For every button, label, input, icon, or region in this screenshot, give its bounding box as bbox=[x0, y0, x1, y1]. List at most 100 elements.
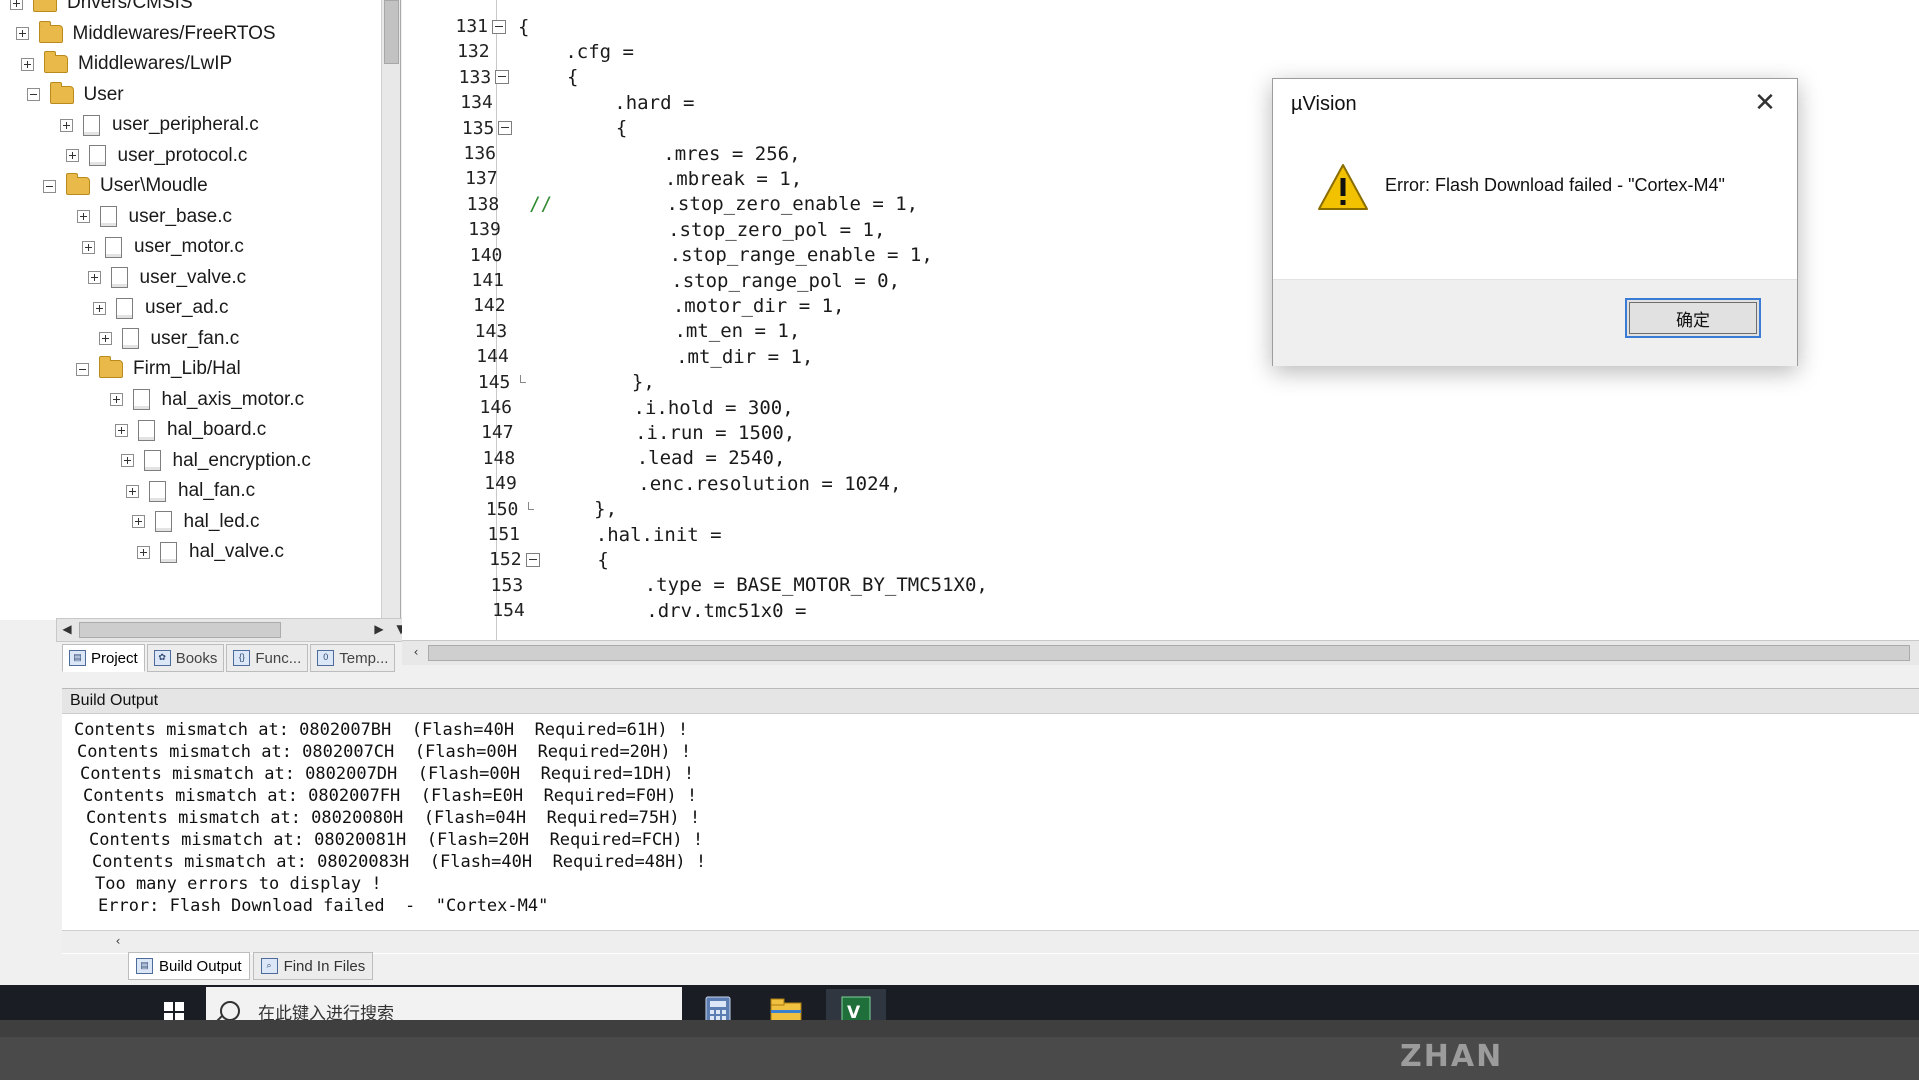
code-line[interactable]: 149 .enc.resolution = 1024, bbox=[431, 471, 901, 496]
tree-folder[interactable]: User\Moudle bbox=[43, 171, 208, 201]
tree-file[interactable]: hal_led.c bbox=[131, 507, 260, 537]
tab-braces[interactable]: {} Func... bbox=[226, 644, 309, 672]
scroll-left-arrow-icon[interactable]: ◀ bbox=[59, 621, 75, 637]
tree-file[interactable]: hal_encryption.c bbox=[120, 446, 311, 476]
expand-icon[interactable] bbox=[76, 210, 90, 223]
code-line[interactable]: 147 .i.run = 1500, bbox=[428, 420, 796, 445]
tree-file[interactable]: user_fan.c bbox=[98, 324, 239, 354]
close-icon[interactable]: ✕ bbox=[1749, 87, 1781, 119]
tree-horizontal-scroll-thumb[interactable] bbox=[79, 622, 281, 638]
code-line[interactable]: 150 }, bbox=[432, 497, 617, 522]
code-text: .i.run = 1500, bbox=[543, 421, 796, 444]
tree-file[interactable]: user_valve.c bbox=[87, 263, 246, 293]
collapse-icon[interactable] bbox=[76, 362, 89, 376]
tree-file[interactable]: hal_axis_motor.c bbox=[109, 385, 304, 415]
expand-icon[interactable] bbox=[131, 515, 145, 528]
tree-file[interactable]: user_base.c bbox=[76, 202, 232, 232]
code-line[interactable]: 133 { bbox=[405, 65, 579, 90]
fold-collapse-icon[interactable] bbox=[495, 70, 510, 85]
tree-folder[interactable]: Middlewares/LwIP bbox=[21, 49, 232, 79]
file-icon bbox=[143, 450, 161, 471]
expand-icon[interactable] bbox=[60, 118, 73, 132]
scroll-left-arrow-icon[interactable]: ‹ bbox=[110, 933, 126, 949]
ok-button[interactable]: 确定 bbox=[1625, 298, 1761, 338]
scroll-right-arrow-icon[interactable]: ▶ bbox=[371, 621, 387, 637]
expand-icon[interactable] bbox=[65, 149, 79, 162]
tree-vertical-scrollbar[interactable] bbox=[381, 0, 400, 620]
code-line[interactable]: 144 .mt_dir = 1, bbox=[423, 344, 813, 369]
tab-build-output[interactable]: ▤ Build Output bbox=[128, 952, 250, 980]
calculator-icon[interactable] bbox=[688, 989, 748, 1020]
tree-file[interactable]: hal_board.c bbox=[115, 415, 266, 445]
tree-file[interactable]: user_protocol.c bbox=[65, 141, 248, 171]
fold-collapse-icon[interactable] bbox=[525, 552, 540, 567]
tree-file[interactable]: hal_fan.c bbox=[126, 476, 255, 506]
tree-item-label: Drivers/CMSIS bbox=[67, 0, 193, 13]
tab-project[interactable]: ▤ Project bbox=[62, 644, 145, 672]
code-line[interactable]: 148 .lead = 2540, bbox=[429, 446, 786, 471]
tab-template[interactable]: 0 Temp... bbox=[310, 644, 396, 672]
code-line[interactable]: 153 .type = BASE_MOTOR_BY_TMC51X0, bbox=[437, 573, 988, 598]
tree-item-label: hal_fan.c bbox=[178, 480, 256, 501]
tree-folder[interactable]: Drivers/CMSIS bbox=[10, 0, 193, 18]
expand-icon[interactable] bbox=[115, 423, 128, 437]
code-line[interactable]: 152 { bbox=[436, 547, 609, 572]
file-icon bbox=[154, 511, 172, 532]
tree-horizontal-scrollbar[interactable]: ◀ ▶ ▼ bbox=[56, 618, 414, 642]
fold-collapse-icon[interactable] bbox=[498, 121, 513, 136]
tab-find-in-files[interactable]: ⌕ Find In Files bbox=[252, 952, 374, 980]
code-line[interactable]: 131 { bbox=[402, 14, 529, 39]
collapse-icon[interactable] bbox=[43, 179, 56, 193]
fold-gutter bbox=[514, 375, 528, 389]
code-line[interactable]: 132 .cfg = bbox=[404, 39, 634, 64]
expand-icon[interactable] bbox=[98, 332, 112, 345]
file-explorer-icon[interactable] bbox=[756, 989, 816, 1020]
expand-icon[interactable] bbox=[93, 301, 106, 315]
expand-icon[interactable] bbox=[137, 545, 150, 559]
tree-item-label: hal_encryption.c bbox=[172, 449, 311, 471]
expand-icon[interactable] bbox=[21, 57, 34, 71]
tab-books[interactable]: ✿ Books bbox=[146, 644, 225, 672]
code-line[interactable]: 136 .mres = 256, bbox=[410, 141, 801, 166]
tree-file[interactable]: user_peripheral.c bbox=[60, 110, 259, 140]
build-output-horizontal-scrollbar[interactable]: ‹ bbox=[62, 930, 1919, 953]
tree-item-label: hal_valve.c bbox=[189, 541, 285, 562]
expand-icon[interactable] bbox=[10, 0, 23, 10]
editor-horizontal-scroll-thumb[interactable] bbox=[428, 645, 1910, 661]
expand-icon[interactable] bbox=[126, 484, 139, 498]
tree-file[interactable]: user_ad.c bbox=[93, 293, 228, 323]
tree-folder[interactable]: Firm_Lib/Hal bbox=[76, 354, 241, 384]
code-line[interactable]: 141 .stop_range_pol = 0, bbox=[418, 268, 900, 293]
editor-horizontal-scrollbar[interactable]: ‹ bbox=[402, 640, 1919, 665]
scroll-left-arrow-icon[interactable]: ‹ bbox=[408, 644, 424, 660]
code-line[interactable]: 145 }, bbox=[424, 370, 655, 395]
keil-uvision-icon[interactable]: V bbox=[826, 989, 886, 1020]
tree-folder[interactable]: User bbox=[26, 80, 124, 110]
code-line[interactable]: 143 .mt_en = 1, bbox=[421, 319, 801, 344]
expand-icon[interactable] bbox=[109, 393, 123, 406]
code-line[interactable]: 139 .stop_zero_pol = 1, bbox=[415, 217, 885, 242]
expand-icon[interactable] bbox=[120, 454, 134, 467]
tree-folder[interactable]: Middlewares/FreeRTOS bbox=[15, 19, 276, 49]
code-line[interactable]: 151 .hal.init = bbox=[434, 522, 721, 547]
expand-icon[interactable] bbox=[87, 271, 101, 284]
code-line[interactable]: 140 .stop_range_enable = 1, bbox=[416, 243, 933, 268]
code-line[interactable]: 138 // .stop_zero_enable = 1, bbox=[413, 192, 918, 217]
fold-collapse-icon[interactable] bbox=[492, 19, 506, 34]
windows-start-icon[interactable] bbox=[150, 989, 198, 1020]
code-line[interactable]: 154 .drv.tmc51x0 = bbox=[439, 598, 806, 623]
tree-file[interactable]: user_motor.c bbox=[82, 232, 244, 262]
tree-file[interactable]: hal_valve.c bbox=[137, 537, 284, 567]
expand-icon[interactable] bbox=[15, 27, 29, 40]
code-line[interactable]: 137 .mbreak = 1, bbox=[412, 166, 802, 191]
expand-icon[interactable] bbox=[82, 240, 95, 254]
tree-item-label: user_protocol.c bbox=[117, 144, 248, 166]
code-text: .mres = 256, bbox=[526, 142, 801, 165]
code-line[interactable]: 134 .hard = bbox=[407, 90, 694, 115]
taskbar-search-box[interactable]: 在此键入进行搜索 bbox=[206, 987, 682, 1020]
collapse-icon[interactable] bbox=[26, 88, 40, 101]
tree-vertical-scroll-thumb[interactable] bbox=[384, 0, 399, 64]
code-line[interactable]: 135 { bbox=[408, 116, 627, 141]
code-line[interactable]: 142 .motor_dir = 1, bbox=[420, 293, 844, 318]
code-line[interactable]: 146 .i.hold = 300, bbox=[426, 395, 793, 420]
